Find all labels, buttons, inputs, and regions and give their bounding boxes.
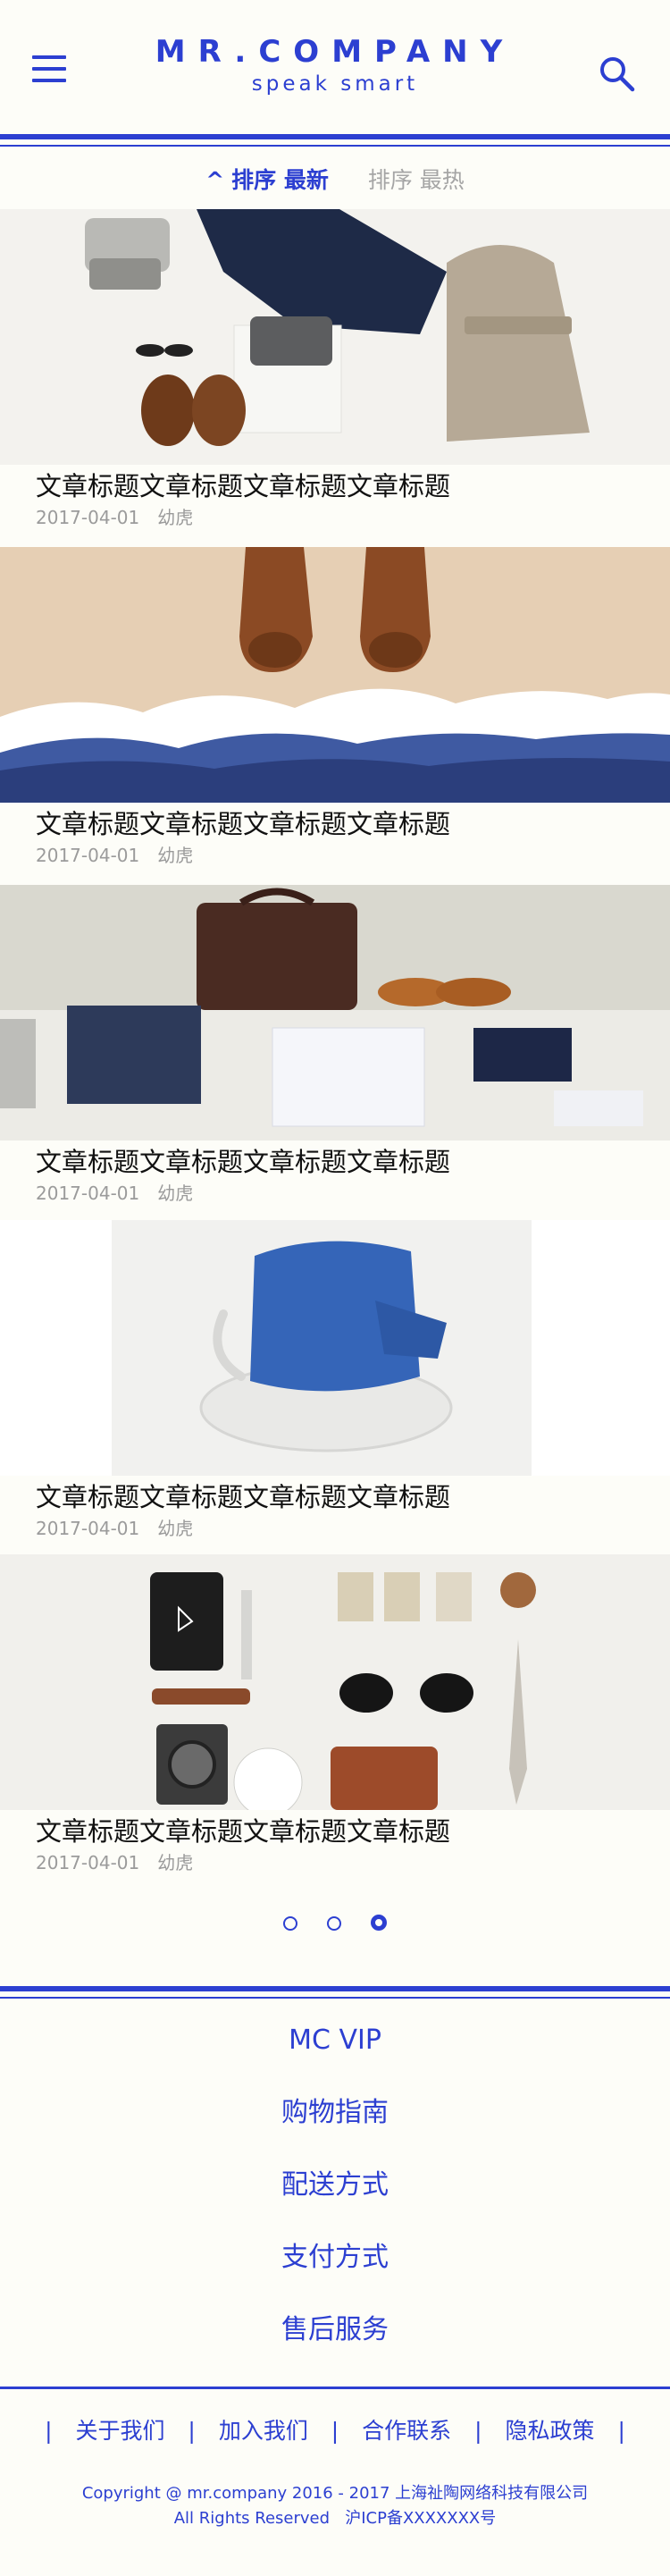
article-card[interactable]: 文章标题文章标题文章标题文章标题 2017-04-01 幼虎 — [0, 547, 670, 885]
copyright: Copyright @ mr.company 2016 - 2017 上海祉陶网… — [0, 2481, 670, 2531]
link-separator: | — [188, 2418, 196, 2444]
article-author: 幼虎 — [157, 507, 194, 528]
article-author: 幼虎 — [157, 1518, 194, 1539]
chevron-up-icon: ^ — [205, 167, 225, 193]
article-author: 幼虎 — [157, 1852, 194, 1873]
article-card[interactable]: 文章标题文章标题文章标题文章标题 2017-04-01 幼虎 — [0, 1220, 670, 1558]
article-meta: 2017-04-01 幼虎 — [36, 1850, 193, 1875]
footer-item-delivery[interactable]: 配送方式 — [0, 2149, 670, 2221]
footer-links: | 关于我们 | 加入我们 | 合作联系 | 隐私政策 | — [0, 2413, 670, 2449]
brand-tagline: speak smart — [251, 72, 419, 96]
footer-item-mc-vip[interactable]: MC VIP — [0, 2004, 670, 2076]
footer-item-shopping-guide[interactable]: 购物指南 — [0, 2076, 670, 2149]
article-author: 幼虎 — [157, 1183, 194, 1204]
footer-menu: MC VIP 购物指南 配送方式 支付方式 售后服务 — [0, 2004, 670, 2366]
link-privacy[interactable]: 隐私政策 — [506, 2418, 595, 2444]
article-image-briefcase-flatlay — [0, 885, 670, 1141]
article-card[interactable]: 文章标题文章标题文章标题文章标题 2017-04-01 幼虎 — [0, 209, 670, 547]
article-title[interactable]: 文章标题文章标题文章标题文章标题 — [36, 806, 450, 842]
copyright-line-1: Copyright @ mr.company 2016 - 2017 上海祉陶网… — [81, 2484, 589, 2503]
article-date: 2017-04-01 — [36, 845, 140, 866]
page-dot-2[interactable] — [327, 1916, 341, 1931]
footer-divider-thick — [0, 1986, 670, 1991]
sort-hottest-label: 排序 最热 — [367, 167, 465, 193]
article-date: 2017-04-01 — [36, 1852, 140, 1873]
header-divider-thin — [0, 145, 670, 147]
article-title[interactable]: 文章标题文章标题文章标题文章标题 — [36, 468, 450, 504]
link-about-us[interactable]: 关于我们 — [75, 2418, 164, 2444]
copyright-line-2: All Rights Reserved 沪ICP备XXXXXXX号 — [173, 2509, 497, 2528]
article-image-tie-cup — [0, 1220, 670, 1476]
article-date: 2017-04-01 — [36, 1183, 140, 1204]
article-date: 2017-04-01 — [36, 507, 140, 528]
link-separator: | — [474, 2418, 482, 2444]
pagination-dots — [0, 1915, 670, 1934]
sort-bar: ^ 排序 最新 排序 最热 — [0, 154, 670, 207]
hamburger-menu-icon[interactable] — [32, 55, 66, 84]
article-date: 2017-04-01 — [36, 1518, 140, 1539]
brand-name: MR.COMPANY — [155, 34, 515, 70]
article-meta: 2017-04-01 幼虎 — [36, 505, 193, 530]
article-image-accessories-flatlay — [0, 1554, 670, 1810]
footer-item-payment[interactable]: 支付方式 — [0, 2221, 670, 2294]
header-divider-thick — [0, 134, 670, 139]
search-icon[interactable] — [597, 54, 636, 93]
link-join-us[interactable]: 加入我们 — [219, 2418, 308, 2444]
link-contact[interactable]: 合作联系 — [362, 2418, 451, 2444]
article-title[interactable]: 文章标题文章标题文章标题文章标题 — [36, 1144, 450, 1180]
brand-logo[interactable]: MR.COMPANY speak smart — [134, 27, 536, 97]
footer-divider-thin — [0, 1997, 670, 1999]
article-card[interactable]: 文章标题文章标题文章标题文章标题 2017-04-01 幼虎 — [0, 885, 670, 1223]
article-card[interactable]: 文章标题文章标题文章标题文章标题 2017-04-01 幼虎 — [0, 1554, 670, 1892]
sort-newest-button[interactable]: ^ 排序 最新 — [205, 154, 329, 207]
article-meta: 2017-04-01 幼虎 — [36, 1516, 193, 1541]
article-author: 幼虎 — [157, 845, 194, 866]
page-dot-1[interactable] — [282, 1916, 297, 1931]
link-separator: | — [617, 2418, 625, 2444]
footer-item-after-sales[interactable]: 售后服务 — [0, 2294, 670, 2366]
article-image-clothing-flatlay — [0, 209, 670, 465]
article-image-shoes-on-sand — [0, 547, 670, 803]
article-meta: 2017-04-01 幼虎 — [36, 1181, 193, 1206]
link-separator: | — [45, 2418, 53, 2444]
article-meta: 2017-04-01 幼虎 — [36, 843, 193, 868]
article-title[interactable]: 文章标题文章标题文章标题文章标题 — [36, 1814, 450, 1849]
article-title[interactable]: 文章标题文章标题文章标题文章标题 — [36, 1479, 450, 1515]
sort-newest-label: 排序 最新 — [231, 167, 329, 193]
page-dot-3[interactable] — [371, 1915, 388, 1931]
header: MR.COMPANY speak smart — [0, 0, 670, 134]
link-separator: | — [331, 2418, 339, 2444]
footer-links-divider — [0, 2387, 670, 2389]
sort-hottest-button[interactable]: 排序 最热 — [368, 154, 465, 207]
